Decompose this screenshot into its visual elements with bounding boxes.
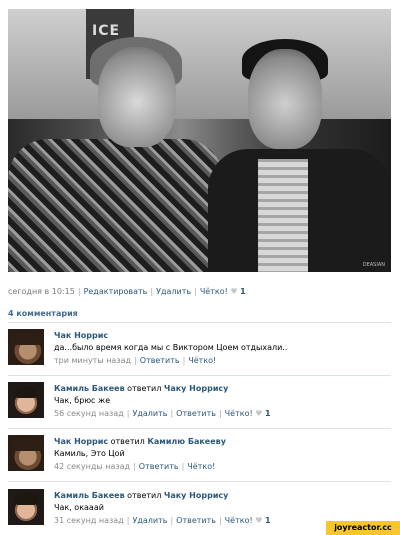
separator: | (218, 516, 222, 525)
separator: | (150, 287, 154, 296)
post-time[interactable]: сегодня в 10:15 (8, 287, 75, 296)
right-person-shirt (258, 159, 308, 272)
like-link[interactable]: Чётко! (225, 516, 253, 525)
replied-label: ответил (127, 384, 162, 393)
reply-to-user[interactable]: Чаку Норрису (164, 384, 229, 393)
comment-header: Чак Норрис (54, 331, 384, 340)
comment-footer: 42 секунды назад | Ответить | Чётко! (54, 462, 384, 471)
like-count: 1 (264, 409, 271, 418)
reply-link[interactable]: Ответить (176, 409, 216, 418)
divider (8, 375, 391, 376)
left-person-body (8, 139, 223, 272)
separator: | (182, 356, 186, 365)
like-link[interactable]: Чётко! (200, 287, 228, 296)
left-person-head (98, 47, 176, 147)
separator: | (133, 462, 136, 471)
like-count: 1 (264, 516, 271, 525)
comment-author[interactable]: Камиль Бакеев (54, 491, 125, 500)
comment-author[interactable]: Чак Норрис (54, 331, 108, 340)
comment-header: Камиль Бакеев ответил Чаку Норрису (54, 491, 384, 500)
photo-watermark: DEASIAN (362, 262, 385, 268)
background-wall (8, 9, 391, 119)
right-person-head (248, 49, 322, 149)
comment-time[interactable]: 31 секунд назад (54, 516, 124, 525)
comment-body: Камиль Бакеев ответил Чаку Норрису Чак, … (54, 491, 384, 525)
comment-body: Камиль Бакеев ответил Чаку Норрису Чак, … (54, 384, 384, 418)
heart-icon[interactable]: ♥ (255, 516, 262, 525)
delete-link[interactable]: Удалить (132, 516, 167, 525)
post-photo[interactable]: ICE DEASIAN (8, 9, 391, 272)
separator: | (77, 287, 81, 296)
comment-text: Чак, брюс же (54, 396, 111, 405)
comment-header: Чак Норрис ответил Камилю Бакееву (54, 437, 384, 446)
comments-title: 4 комментария (8, 309, 78, 318)
comment-text: Камиль, Это Цой (54, 449, 125, 458)
separator: | (181, 462, 185, 471)
like-count: 1 (240, 287, 246, 296)
divider (8, 428, 391, 429)
separator: | (194, 287, 197, 296)
heart-icon[interactable]: ♥ (255, 409, 262, 418)
reply-to-user[interactable]: Камилю Бакееву (147, 437, 226, 446)
comment-footer: 56 секунд назад | Удалить | Ответить | Чётко! … (54, 409, 384, 418)
comment-body: Чак Норрис да...было время когда мы с Ви… (54, 331, 384, 365)
separator: | (218, 409, 222, 418)
reply-link[interactable]: Ответить (176, 516, 216, 525)
reply-link[interactable]: Ответить (140, 356, 180, 365)
comment-body: Чак Норрис ответил Камилю Бакееву Камиль… (54, 437, 384, 471)
comment-text: да...было время когда мы с Виктором Цоем… (54, 343, 288, 352)
brand-watermark: joyreactor.cc (326, 521, 400, 535)
divider (8, 481, 391, 482)
heart-icon[interactable]: ♥ (230, 287, 237, 296)
like-link[interactable]: Чётко! (188, 356, 216, 365)
comment-header: Камиль Бакеев ответил Чаку Норрису (54, 384, 384, 393)
post-meta: сегодня в 10:15 | Редактировать | Удалить | Чё… (8, 287, 246, 296)
comment-time[interactable]: 56 секунд назад (54, 409, 124, 418)
delete-link[interactable]: Удалить (132, 409, 167, 418)
comment-author[interactable]: Камиль Бакеев (54, 384, 125, 393)
edit-link[interactable]: Редактировать (84, 287, 148, 296)
like-link[interactable]: Чётко! (187, 462, 215, 471)
comment-footer: три минуты назад | Ответить | Чётко! (54, 356, 384, 365)
comment-author[interactable]: Чак Норрис (54, 437, 108, 446)
replied-label: ответил (127, 491, 162, 500)
separator: | (134, 356, 137, 365)
avatar[interactable] (8, 329, 44, 365)
delete-link[interactable]: Удалить (156, 287, 191, 296)
avatar[interactable] (8, 435, 44, 471)
separator: | (170, 409, 174, 418)
like-link[interactable]: Чётко! (225, 409, 253, 418)
divider (8, 322, 391, 323)
reply-to-user[interactable]: Чаку Норрису (164, 491, 229, 500)
avatar[interactable] (8, 382, 44, 418)
comment-text: Чак, окааай (54, 503, 104, 512)
reply-link[interactable]: Ответить (139, 462, 179, 471)
separator: | (170, 516, 174, 525)
replied-label: ответил (110, 437, 145, 446)
avatar[interactable] (8, 489, 44, 525)
comment-time[interactable]: три минуты назад (54, 356, 131, 365)
comment-time[interactable]: 42 секунды назад (54, 462, 130, 471)
